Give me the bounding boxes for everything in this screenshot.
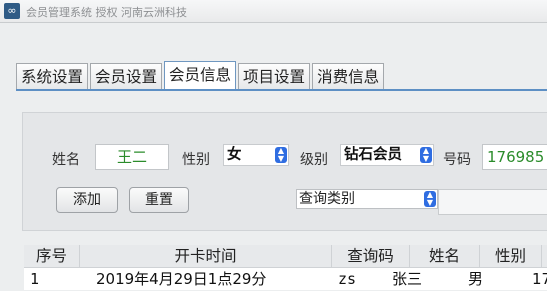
col-header-phone[interactable] [542,245,547,267]
add-button[interactable]: 添加 [56,187,118,213]
gender-select-value: 女 [227,147,242,163]
select-arrows-icon: ▲ ▼ [420,147,432,163]
member-table: 序号 开卡时间 查询码 姓名 性别 1 2019年4月29日1点29分 zs 张… [24,245,547,290]
gender-select[interactable]: 女 ▲ ▼ [223,144,289,166]
window-title: 会员管理系统 授权 河南云洲科技 [26,6,187,19]
phone-label: 号码 [443,152,471,168]
col-header-name[interactable]: 姓名 [410,245,480,267]
tab-system-settings[interactable]: 系统设置 [16,63,89,89]
col-header-query-code[interactable]: 查询码 [332,245,410,267]
tab-underline [16,89,547,91]
col-header-open-time[interactable]: 开卡时间 [80,245,332,267]
phone-input[interactable]: 176985 [482,144,547,170]
tab-strip: 系统设置 会员设置 会员信息 项目设置 消费信息 [16,61,386,90]
tab-member-info[interactable]: 会员信息 [164,61,237,90]
query-type-select[interactable]: 查询类别 ▲ ▼ [296,189,438,209]
col-header-gender[interactable]: 性别 [480,245,542,267]
app-icon: ∞ [4,3,20,19]
query-input[interactable] [438,189,547,215]
cell-open-time: 2019年4月29日1点29分 [96,270,267,288]
tab-consumption-info[interactable]: 消费信息 [312,63,385,89]
select-arrows-icon: ▲ ▼ [275,147,287,163]
level-select[interactable]: 钻石会员 ▲ ▼ [340,144,434,166]
table-header: 序号 开卡时间 查询码 姓名 性别 [24,245,547,268]
name-input[interactable]: 王二 [95,144,169,170]
query-type-value: 查询类别 [299,191,355,207]
col-header-index[interactable]: 序号 [24,245,80,267]
title-bar: ∞ 会员管理系统 授权 河南云洲科技 [0,0,547,23]
table-row[interactable]: 1 2019年4月29日1点29分 zs 张三 男 17 [24,268,547,290]
cell-phone: 17 [532,270,547,288]
tab-item-settings[interactable]: 项目设置 [238,63,311,89]
reset-button[interactable]: 重置 [129,187,189,213]
tab-member-settings[interactable]: 会员设置 [90,63,163,89]
cell-query-code: zs [338,270,357,288]
gender-label: 性别 [182,152,210,168]
cell-name: 张三 [392,270,423,288]
select-arrows-icon: ▲ ▼ [424,191,436,207]
cell-index: 1 [30,270,40,288]
level-label: 级别 [300,152,328,168]
cell-gender: 男 [468,270,484,288]
name-label: 姓名 [52,152,80,168]
level-select-value: 钻石会员 [344,147,402,163]
